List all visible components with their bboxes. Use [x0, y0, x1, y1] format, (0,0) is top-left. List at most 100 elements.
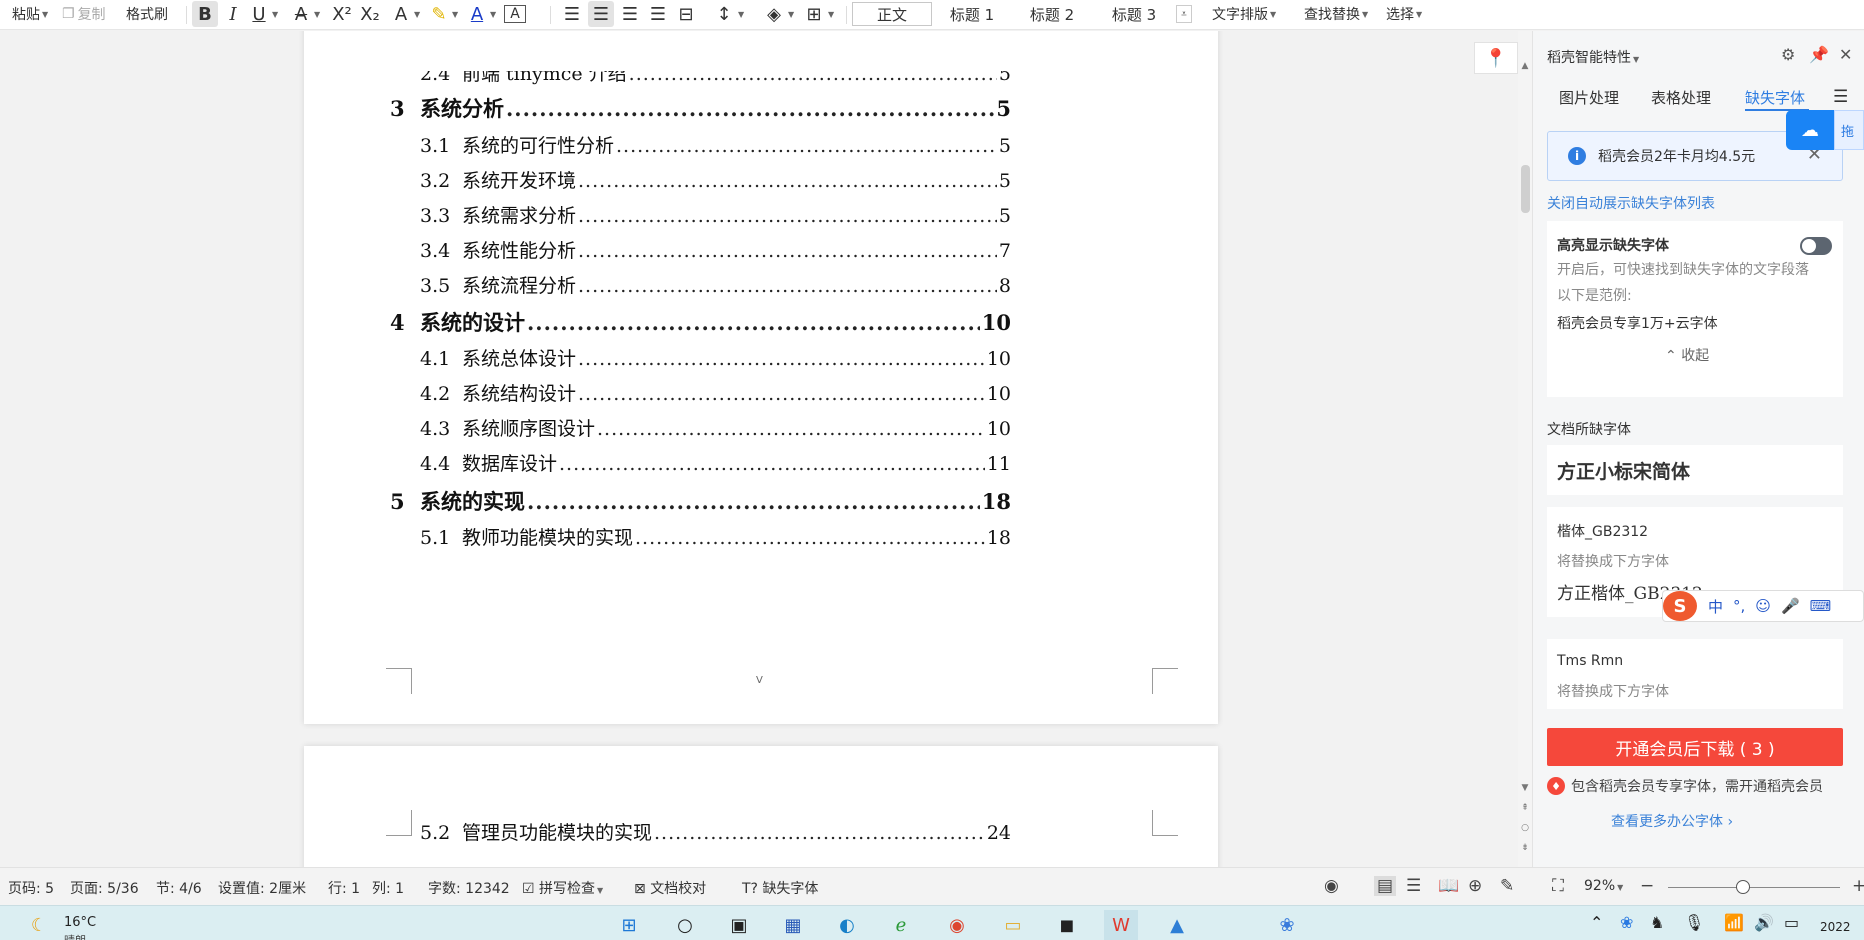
- keyboard-icon[interactable]: ⌨: [1810, 597, 1832, 615]
- toc-entry[interactable]: 5 系统的实现 18: [390, 486, 1011, 516]
- scroll-up-icon[interactable]: ▲: [1519, 61, 1531, 71]
- superscript-button[interactable]: X²: [330, 0, 354, 28]
- tray-expand-icon[interactable]: ⌃: [1590, 913, 1603, 932]
- strikethrough-button[interactable]: A ▼: [290, 0, 320, 28]
- zoom-in-icon[interactable]: +: [1852, 876, 1864, 896]
- outline-view-icon[interactable]: ☰: [1406, 876, 1421, 896]
- tab-table-processing[interactable]: 表格处理: [1651, 87, 1711, 108]
- ime-toolbar[interactable]: S 中 °, ☺ 🎤 ⌨: [1662, 590, 1864, 622]
- start-menu-icon[interactable]: ⊞: [612, 910, 646, 940]
- toc-entry[interactable]: 5.1 教师功能模块的实现 18: [420, 523, 1011, 550]
- style-heading-1[interactable]: 标题 1: [934, 2, 1010, 26]
- distribute-button[interactable]: ⊟: [674, 0, 698, 28]
- italic-button[interactable]: I: [222, 0, 244, 28]
- page-view-icon[interactable]: ▤: [1374, 876, 1397, 896]
- pin-icon[interactable]: 📌: [1809, 45, 1829, 64]
- find-replace-button[interactable]: 查找替换 ▼: [1304, 0, 1368, 28]
- reading-view-icon[interactable]: 📖: [1438, 876, 1459, 896]
- select-browse-icon[interactable]: ○: [1519, 823, 1531, 833]
- char-border-button[interactable]: A: [504, 0, 526, 28]
- jetbrains-icon[interactable]: ◼: [1050, 910, 1084, 940]
- write-mode-icon[interactable]: ✎: [1500, 876, 1514, 896]
- paste-button[interactable]: 粘贴 ▼: [12, 0, 48, 28]
- status-section[interactable]: 节: 4/6: [156, 878, 202, 898]
- subscript-button[interactable]: X₂: [358, 0, 382, 28]
- scroll-down-icon[interactable]: ▼: [1519, 783, 1531, 793]
- select-button[interactable]: 选择 ▼: [1386, 0, 1422, 28]
- style-heading-3[interactable]: 标题 3: [1094, 2, 1174, 26]
- more-fonts-link[interactable]: 查看更多办公字体 ›: [1611, 811, 1733, 831]
- align-right-button[interactable]: ☰: [618, 0, 642, 28]
- ie-browser-icon[interactable]: ℯ: [884, 910, 918, 940]
- toc-entry[interactable]: 2.4 前端 tinymce 介绍 5: [420, 71, 1011, 86]
- toc-entry[interactable]: 3 系统分析 5: [390, 93, 1011, 123]
- missing-font-item[interactable]: 方正小标宋简体: [1547, 445, 1843, 495]
- text-effect-button[interactable]: A ▼: [390, 0, 420, 28]
- format-painter-button[interactable]: 格式刷: [126, 0, 168, 28]
- tray-cloud-icon[interactable]: ❀: [1620, 913, 1633, 932]
- status-page-code[interactable]: 页码: 5: [8, 878, 54, 898]
- battery-icon[interactable]: ▭: [1784, 913, 1799, 932]
- toc-entry[interactable]: 3.1 系统的可行性分析 5: [420, 131, 1011, 158]
- toc-entry[interactable]: 5.2 管理员功能模块的实现 24: [420, 818, 1011, 845]
- cloud-button[interactable]: ☁: [1786, 110, 1834, 150]
- weather-temperature[interactable]: 16°C: [64, 915, 96, 930]
- search-icon[interactable]: ○: [668, 910, 702, 940]
- gear-icon[interactable]: ⚙: [1781, 45, 1795, 64]
- photos-icon[interactable]: ▲: [1160, 910, 1194, 940]
- punctuation-icon[interactable]: °,: [1733, 597, 1745, 615]
- missing-font-status-button[interactable]: T? 缺失字体: [742, 878, 818, 898]
- toc-entry[interactable]: 3.4 系统性能分析 7: [420, 236, 1011, 263]
- toc-entry[interactable]: 4 系统的设计 10: [390, 307, 1011, 337]
- style-heading-2[interactable]: 标题 2: [1012, 2, 1092, 26]
- bold-button[interactable]: B: [192, 0, 218, 28]
- justify-button[interactable]: ☰: [646, 0, 670, 28]
- location-pin-button[interactable]: 📍: [1474, 42, 1518, 74]
- eye-protection-icon[interactable]: ◉: [1324, 876, 1339, 896]
- microphone-icon[interactable]: 🎙: [1684, 913, 1704, 932]
- scrollbar-thumb[interactable]: [1521, 165, 1530, 213]
- status-page[interactable]: 页面: 5/36: [70, 878, 139, 898]
- status-row[interactable]: 行: 1: [328, 878, 360, 898]
- web-view-icon[interactable]: ⊕: [1468, 876, 1482, 896]
- cloud-label[interactable]: 拖: [1834, 110, 1864, 150]
- toc-entry[interactable]: 4.1 系统总体设计 10: [420, 344, 1011, 371]
- document-page[interactable]: 5.2 管理员功能模块的实现 24: [304, 746, 1218, 867]
- tab-image-processing[interactable]: 图片处理: [1559, 87, 1619, 108]
- file-explorer-icon[interactable]: ▭: [996, 910, 1030, 940]
- edge-browser-icon[interactable]: ◐: [830, 910, 864, 940]
- toc-entry[interactable]: 3.3 系统需求分析 5: [420, 201, 1011, 228]
- copy-button[interactable]: ❐ 复制: [62, 0, 106, 28]
- ime-mode[interactable]: 中: [1708, 596, 1723, 617]
- spell-check-button[interactable]: ☑ 拼写检查 ▼: [522, 878, 603, 898]
- text-layout-button[interactable]: 文字排版 ▼: [1212, 0, 1276, 28]
- missing-font-item[interactable]: Tms Rmn 将替换成下方字体: [1547, 639, 1843, 709]
- toc-entry[interactable]: 3.5 系统流程分析 8: [420, 271, 1011, 298]
- chrome-browser-icon[interactable]: ◉: [940, 910, 974, 940]
- align-left-button[interactable]: ☰: [560, 0, 584, 28]
- styles-more-button[interactable]: ⩡: [1176, 5, 1192, 23]
- weather-moon-icon[interactable]: ☾: [22, 910, 56, 940]
- highlight-toggle[interactable]: [1800, 237, 1832, 255]
- status-setting[interactable]: 设置值: 2厘米: [218, 878, 306, 898]
- document-page[interactable]: 2.4 前端 tinymce 介绍 5 3 系统分析 5 3.1 系统的可行性分析 5 3.2 系统…: [304, 31, 1218, 724]
- zoom-level[interactable]: 92% ▼: [1584, 878, 1623, 894]
- emoji-icon[interactable]: ☺: [1755, 597, 1771, 615]
- app-icon[interactable]: ▦: [776, 910, 810, 940]
- collapse-button[interactable]: ⌃ 收起: [1665, 345, 1709, 365]
- close-auto-list-link[interactable]: 关闭自动展示缺失字体列表: [1547, 193, 1715, 213]
- zoom-slider[interactable]: [1668, 887, 1840, 888]
- style-normal[interactable]: 正文: [852, 2, 932, 26]
- fit-page-icon[interactable]: ⛶: [1552, 876, 1564, 896]
- wps-office-icon[interactable]: W: [1104, 910, 1138, 940]
- status-word-count[interactable]: 字数: 12342: [428, 878, 510, 898]
- task-view-icon[interactable]: ▣: [722, 910, 756, 940]
- wifi-icon[interactable]: 📶: [1724, 913, 1744, 932]
- line-spacing-button[interactable]: ↕ ▼: [712, 0, 744, 28]
- cloud-app-icon[interactable]: ❀: [1270, 910, 1304, 940]
- zoom-slider-knob[interactable]: [1736, 880, 1750, 894]
- status-col[interactable]: 列: 1: [372, 878, 404, 898]
- qq-icon[interactable]: ♞: [1650, 913, 1664, 932]
- download-button[interactable]: 开通会员后下载 ( 3 ): [1547, 728, 1843, 766]
- tab-missing-fonts[interactable]: 缺失字体: [1745, 87, 1805, 108]
